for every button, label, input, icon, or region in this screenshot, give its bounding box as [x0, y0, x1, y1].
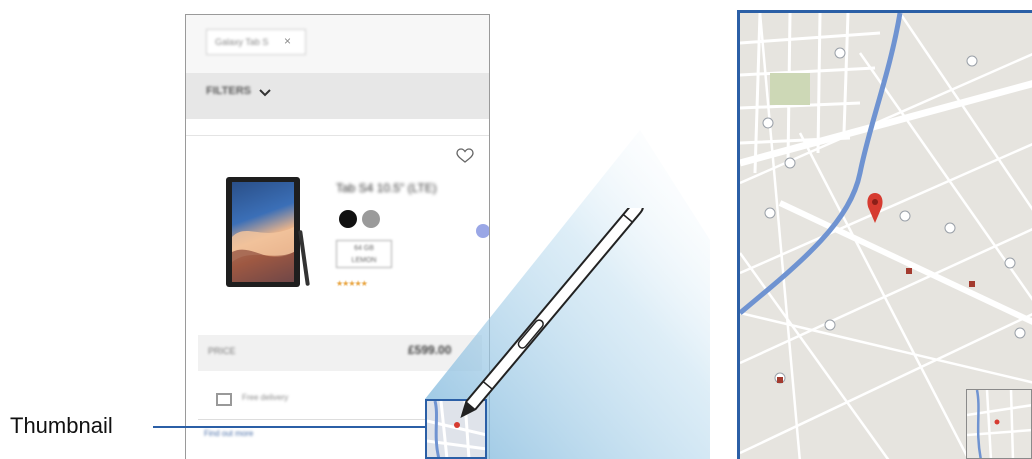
- delivery-icon: [216, 393, 232, 406]
- color-swatch-black[interactable]: [339, 210, 357, 228]
- tablet-screen: [232, 182, 294, 282]
- callout-line: [153, 426, 427, 428]
- map-thumbnail[interactable]: [966, 389, 1032, 459]
- delivery-text: Free delivery: [242, 393, 289, 402]
- stylus-pen-icon: [460, 208, 644, 418]
- thumbnail-callout-label: Thumbnail: [10, 413, 113, 438]
- rating-stars: ★★★★★: [336, 279, 368, 288]
- filters-label: FILTERS: [206, 85, 252, 97]
- close-icon[interactable]: ×: [284, 34, 291, 48]
- color-swatch-gray[interactable]: [362, 210, 380, 228]
- chevron-down-icon[interactable]: [258, 86, 272, 100]
- price-label: PRICE: [208, 346, 236, 356]
- more-info-link[interactable]: Find out more: [204, 429, 253, 438]
